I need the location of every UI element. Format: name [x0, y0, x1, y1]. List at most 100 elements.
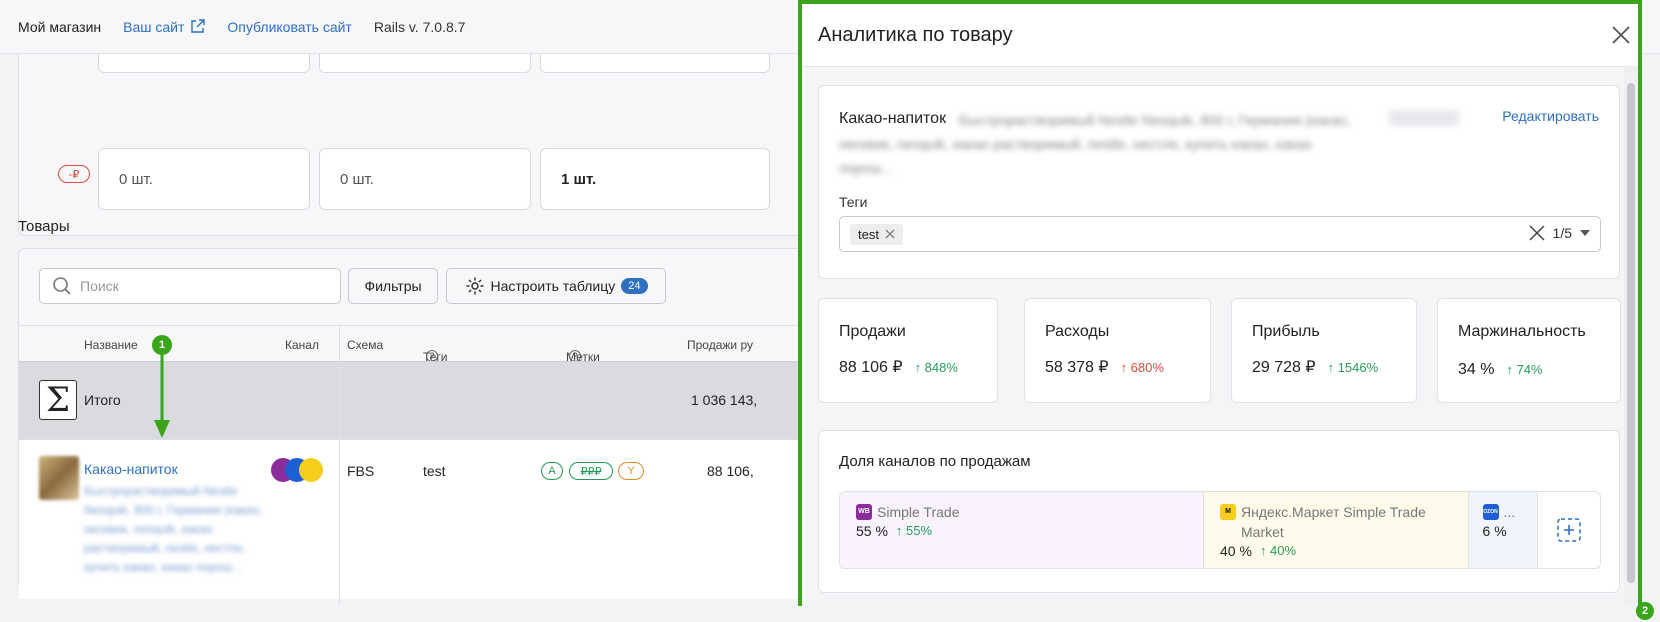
add-channel-button[interactable] [1536, 492, 1600, 568]
tags-count: 1/5 [1552, 225, 1572, 241]
column-header[interactable]: Продажи ру [687, 338, 753, 352]
filters-button[interactable]: Фильтры [348, 268, 438, 304]
metric-title: Маржинальность [1458, 323, 1586, 340]
close-icon[interactable] [1608, 22, 1634, 48]
search-input[interactable]: Поиск [39, 268, 341, 304]
metric-change: ↑ 74% [1506, 362, 1543, 377]
product-description: Быстрорастворимый Nestle Nesquik, 800 г,… [84, 484, 263, 574]
channel-segment-ozon[interactable]: OZON... 6 % [1467, 492, 1537, 568]
channel-segment-wb[interactable]: WB Simple Trade 55 % ↑ 55% [840, 492, 1204, 568]
annotation-marker-1: 1 [152, 335, 172, 355]
currency-badge: -₽ [58, 165, 90, 183]
column-divider [339, 325, 340, 605]
sigma-icon: Σ [39, 380, 77, 420]
metric-value: 58 378 ₽ [1045, 359, 1109, 376]
add-icon [1557, 518, 1581, 542]
product-sku [1389, 110, 1459, 126]
drawer-title: Аналитика по товару [818, 24, 1013, 46]
stock-value: 1 шт. [540, 148, 770, 210]
product-thumbnail [39, 456, 79, 500]
yandex-market-icon [299, 458, 323, 482]
wildberries-icon: WB [856, 504, 872, 520]
metric-change: ↑ 680% [1120, 360, 1164, 375]
metric-value: 34 % [1458, 361, 1495, 378]
stock-value: 0 шт. [98, 148, 310, 210]
annotation-marker-2: 2 [1636, 602, 1654, 620]
configure-label: Настроить таблицу [490, 278, 616, 294]
clear-icon[interactable] [1529, 225, 1545, 241]
stock-box-empty-1 [98, 54, 310, 73]
search-icon [53, 277, 71, 295]
channel-change: ↑ 55% [895, 523, 933, 538]
channel-name: Яндекс.Маркет Simple Trade Market [1241, 504, 1426, 540]
ozon-icon: OZON [1482, 504, 1499, 520]
metric-change: ↑ 848% [914, 360, 958, 375]
drawer-body: Быстрорастворимый Nestle Nesquik, 800 г,… [802, 67, 1638, 606]
metric-title: Расходы [1045, 323, 1110, 340]
scheme-cell: FBS [347, 463, 375, 479]
your-site-label: Ваш сайт [123, 18, 185, 35]
tag-chip: test [850, 223, 903, 245]
column-header[interactable]: Схема [347, 338, 383, 352]
publish-site-link[interactable]: Опубликовать сайт [227, 19, 351, 35]
channel-change: ↑ 40% [1259, 543, 1297, 558]
channel-share-title: Доля каналов по продажам [839, 453, 1031, 470]
channel-percent: 6 % [1482, 523, 1507, 539]
stock-box-empty-2 [319, 54, 531, 73]
products-title: Товары [18, 218, 70, 235]
yandex-market-icon: M [1220, 504, 1237, 520]
total-label: Итого [84, 392, 121, 408]
table-header: Название Канал Схема Теги? Метки? Продаж… [19, 325, 800, 364]
product-name-link[interactable]: Какао-напиток [84, 461, 178, 477]
channel-share-panel: Доля каналов по продажам WB Simple Trade … [818, 430, 1620, 593]
label-badge: ₽₽₽ [569, 462, 613, 480]
total-sales: 1 036 143, [691, 392, 758, 408]
stock-box-empty-3 [540, 54, 770, 73]
stock-card: -₽ 0 шт. 0 шт. 1 шт. [18, 54, 800, 236]
main-content: -₽ 0 шт. 0 шт. 1 шт. Товары Поиск Фильтр… [0, 54, 800, 622]
stock-value: 0 шт. [319, 148, 531, 210]
metric-value: 29 728 ₽ [1252, 359, 1316, 376]
your-site-link[interactable]: Ваш сайт [123, 18, 206, 35]
chevron-down-icon[interactable] [1580, 230, 1590, 236]
total-row: Σ Итого 1 036 143, [19, 361, 800, 439]
tags-label: Теги [839, 194, 868, 210]
channel-percent: 40 % [1220, 543, 1252, 559]
label-badge: Y [618, 462, 644, 480]
column-header[interactable]: Канал [285, 338, 319, 352]
drawer-header: Аналитика по товару [802, 4, 1638, 67]
configure-table-button[interactable]: Настроить таблицу 24 [446, 268, 666, 304]
sales-cell: 88 106, [707, 463, 754, 479]
rails-version: Rails v. 7.0.8.7 [373, 18, 466, 35]
tags-controls: 1/5 [1529, 225, 1590, 241]
metric-change: ↑ 1546% [1327, 360, 1379, 375]
product-info-panel: Быстрорастворимый Nestle Nesquik, 800 г,… [818, 85, 1620, 279]
channel-name: Simple Trade [877, 504, 960, 520]
remove-tag-icon[interactable] [885, 229, 895, 239]
product-title: Какао-напиток [839, 110, 947, 127]
table-row[interactable]: Какао-напиток Быстрорастворимый Nestle N… [19, 439, 800, 599]
column-count-badge: 24 [621, 278, 648, 294]
metric-title: Продажи [839, 323, 906, 340]
search-placeholder: Поиск [80, 278, 119, 294]
metric-card-expenses: Расходы 58 378 ₽ ↑ 680% [1024, 298, 1211, 403]
tags-select[interactable]: test 1/5 [839, 216, 1601, 252]
products-table-card: Поиск Фильтры Настроить таблицу 24 Назва… [18, 248, 800, 605]
metric-card-profit: Прибыль 29 728 ₽ ↑ 1546% [1231, 298, 1417, 403]
drawer-scrollbar[interactable] [1624, 67, 1638, 606]
channel-name: ... [1503, 504, 1516, 520]
channel-share-bar: WB Simple Trade 55 % ↑ 55% M Яндекс.Маркет … [839, 491, 1601, 569]
metric-card-sales: Продажи 88 106 ₽ ↑ 848% [818, 298, 998, 403]
annotation-arrow [154, 354, 170, 438]
metric-value: 88 106 ₽ [839, 359, 903, 376]
edit-link[interactable]: Редактировать [1502, 108, 1599, 124]
external-link-icon [191, 19, 206, 33]
column-header[interactable]: Название [84, 338, 138, 352]
channel-segment-ym[interactable]: M Яндекс.Маркет Simple Trade Market 40 % ↑… [1203, 492, 1468, 568]
product-analytics-drawer: Аналитика по товару Быстрорастворимый Ne… [798, 0, 1642, 606]
store-name[interactable]: Мой магазин [18, 19, 101, 35]
metric-title: Прибыль [1252, 323, 1320, 340]
scrollbar-thumb[interactable] [1627, 83, 1635, 583]
metric-card-margin: Маржинальность 34 % ↑ 74% [1437, 298, 1621, 403]
tag-chip-label: test [858, 226, 879, 242]
